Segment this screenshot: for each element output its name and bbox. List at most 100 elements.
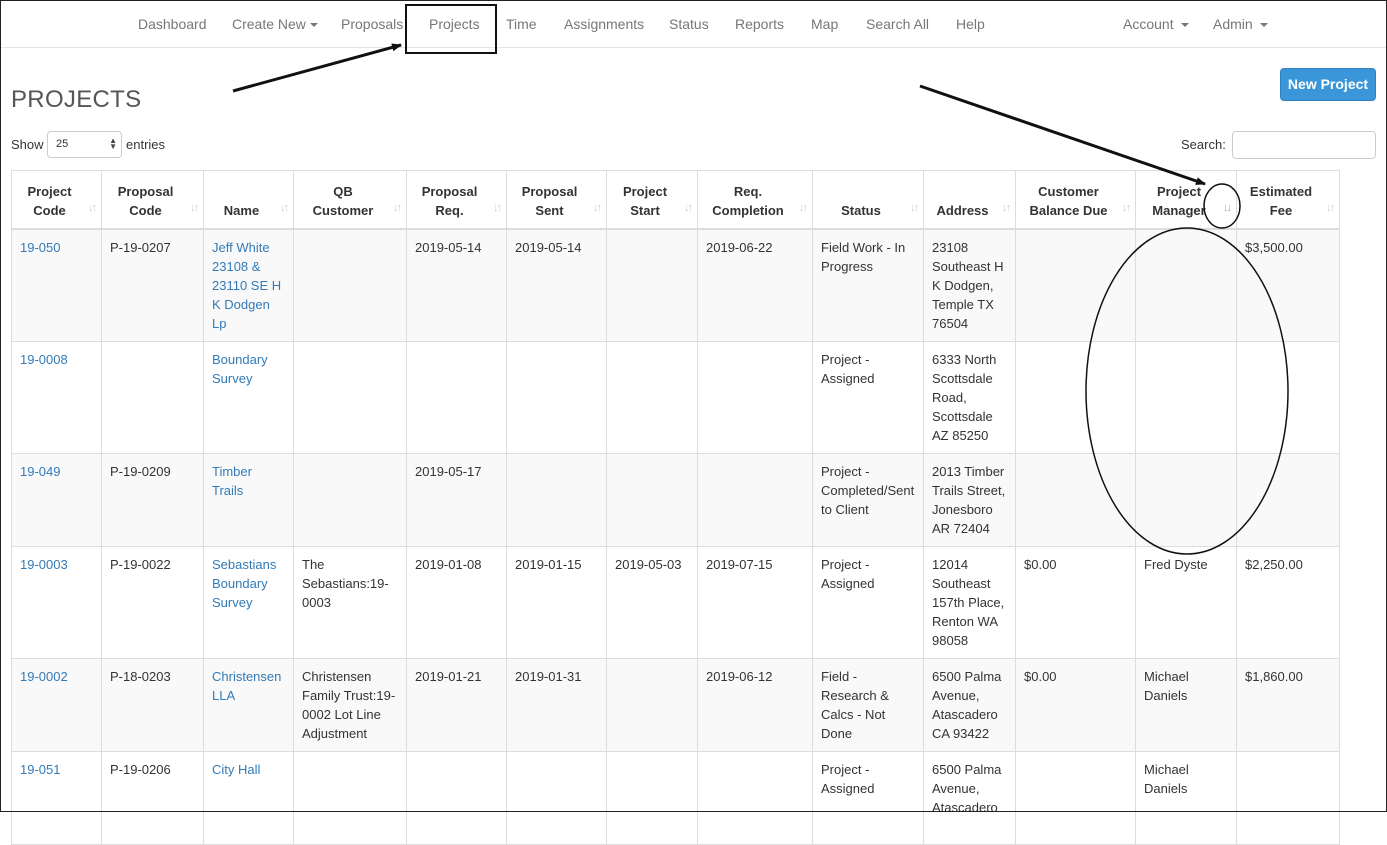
caret-down-icon: [1259, 23, 1268, 28]
nav-admin[interactable]: Admin: [1213, 1, 1268, 47]
col-header-req-completion[interactable]: Req. Completion ↓↑: [697, 170, 813, 230]
cell-proposal-code: P-19-0022: [101, 545, 204, 659]
nav-status[interactable]: Status: [669, 1, 709, 47]
col-header-project-manager[interactable]: Project Manager ↓↓: [1135, 170, 1237, 230]
cell-balance-due: $0.00: [1015, 545, 1136, 659]
search-input[interactable]: [1232, 131, 1376, 159]
nav-assignments[interactable]: Assignments: [564, 1, 644, 47]
projects-table: Project Code ↓↑ Proposal Code ↓↑ Name ↓↑ QB Cu…: [11, 170, 1340, 845]
sort-icon: ↓↑: [799, 201, 808, 214]
sort-icon: ↓↑: [280, 201, 289, 214]
cell-project-code: 19-0002: [11, 657, 102, 752]
updown-icon: ▲ ▼: [109, 136, 117, 151]
col-header-proposal-code[interactable]: Proposal Code ↓↑: [101, 170, 204, 230]
project-code-link[interactable]: 19-0008: [20, 352, 68, 367]
cell-project-manager: [1135, 452, 1237, 547]
col-header-estimated-fee[interactable]: Estimated Fee ↓↑: [1236, 170, 1340, 230]
table-row: 19-050 P-19-0207 Jeff White 23108 & 2311…: [11, 228, 1340, 342]
cell-req-completion: 2019-07-15: [697, 545, 813, 659]
header-line: Project: [622, 183, 668, 199]
cell-project-code: 19-0008: [11, 340, 102, 454]
col-header-project-code[interactable]: Project Code ↓↑: [11, 170, 102, 230]
nav-search-all[interactable]: Search All: [866, 1, 929, 47]
col-header-project-start[interactable]: Project Start ↓↑: [606, 170, 698, 230]
col-header-address[interactable]: Address ↓↑: [923, 170, 1016, 230]
col-header-qb-customer[interactable]: QB Customer ↓↑: [293, 170, 407, 230]
header-line: Customer: [312, 202, 374, 218]
header-line: QB: [333, 183, 353, 199]
col-header-proposal-sent[interactable]: Proposal Sent ↓↑: [506, 170, 607, 230]
col-header-status[interactable]: Status ↓↑: [812, 170, 924, 230]
cell-qb-customer: [293, 228, 407, 342]
cell-req-completion: [697, 750, 813, 845]
nav-time[interactable]: Time: [506, 1, 537, 47]
cell-project-start: [606, 657, 698, 752]
cell-balance-due: [1015, 452, 1136, 547]
nav-dashboard[interactable]: Dashboard: [138, 1, 207, 47]
nav-proposals[interactable]: Proposals: [341, 1, 403, 47]
project-name-link[interactable]: Sebastians Boundary Survey: [212, 557, 276, 610]
cell-project-start: [606, 750, 698, 845]
new-project-button[interactable]: New Project: [1280, 68, 1376, 101]
project-name-link[interactable]: Boundary Survey: [212, 352, 268, 386]
cell-status: Project - Assigned: [812, 750, 924, 845]
col-header-customer-balance-due[interactable]: Customer Balance Due ↓↑: [1015, 170, 1136, 230]
sort-icon: ↓↑: [493, 201, 502, 214]
cell-address: 6500 Palma Avenue, Atascadero CA 93422: [923, 657, 1016, 752]
header-line: Req.: [733, 183, 763, 199]
nav-account-label: Account: [1123, 16, 1174, 32]
sort-icon: ↓↑: [88, 201, 97, 214]
cell-proposal-code: P-19-0206: [101, 750, 204, 845]
cell-address: 12014 Southeast 157th Place, Renton WA 9…: [923, 545, 1016, 659]
cell-proposal-code: P-19-0207: [101, 228, 204, 342]
cell-proposal-req: 2019-05-17: [406, 452, 507, 547]
nav-reports[interactable]: Reports: [735, 1, 784, 47]
project-name-link[interactable]: Jeff White 23108 & 23110 SE H K Dodgen L…: [212, 240, 281, 331]
nav-create-new[interactable]: Create New: [232, 1, 318, 47]
cell-balance-due: $0.00: [1015, 657, 1136, 752]
cell-proposal-sent: 2019-01-15: [506, 545, 607, 659]
entries-select-value: 25: [56, 138, 69, 150]
header-line: Start: [630, 202, 660, 218]
cell-proposal-req: 2019-05-14: [406, 228, 507, 342]
sort-icon: ↓↑: [190, 201, 199, 214]
project-name-link[interactable]: City Hall: [212, 762, 260, 777]
sort-icon: ↓↓: [1223, 201, 1232, 214]
cell-project-code: 19-0003: [11, 545, 102, 659]
cell-name: Christensen LLA: [203, 657, 294, 752]
cell-status: Project - Assigned: [812, 340, 924, 454]
cell-proposal-sent: [506, 340, 607, 454]
project-code-link[interactable]: 19-049: [20, 464, 60, 479]
project-code-link[interactable]: 19-051: [20, 762, 60, 777]
cell-req-completion: [697, 452, 813, 547]
nav-help[interactable]: Help: [956, 1, 985, 47]
cell-name: City Hall: [203, 750, 294, 845]
cell-balance-due: [1015, 228, 1136, 342]
cell-project-manager: [1135, 340, 1237, 454]
entries-select[interactable]: 25 ▲ ▼: [47, 131, 122, 158]
cell-status: Project - Completed/Sent to Client: [812, 452, 924, 547]
cell-proposal-sent: 2019-01-31: [506, 657, 607, 752]
nav-map[interactable]: Map: [811, 1, 838, 47]
cell-project-manager: Michael Daniels: [1135, 750, 1237, 845]
sort-icon: ↓↑: [1002, 201, 1011, 214]
col-header-name[interactable]: Name ↓↑: [203, 170, 294, 230]
project-code-link[interactable]: 19-050: [20, 240, 60, 255]
arrow-to-projects-tab: [232, 43, 402, 93]
sort-icon: ↓↑: [910, 201, 919, 214]
nav-account[interactable]: Account: [1123, 1, 1189, 47]
table-header-row: Project Code ↓↑ Proposal Code ↓↑ Name ↓↑ QB Cu…: [11, 170, 1340, 230]
cell-project-code: 19-050: [11, 228, 102, 342]
cell-estimated-fee: $2,250.00: [1236, 545, 1340, 659]
col-header-proposal-req[interactable]: Proposal Req. ↓↑: [406, 170, 507, 230]
cell-req-completion: 2019-06-12: [697, 657, 813, 752]
header-line: Code: [33, 202, 66, 218]
cell-status: Field Work - In Progress: [812, 228, 924, 342]
header-line: Completion: [712, 202, 784, 218]
project-name-link[interactable]: Christensen LLA: [212, 669, 281, 703]
project-code-link[interactable]: 19-0002: [20, 669, 68, 684]
project-name-link[interactable]: Timber Trails: [212, 464, 252, 498]
project-code-link[interactable]: 19-0003: [20, 557, 68, 572]
table-row: 19-051 P-19-0206 City Hall Project - Ass…: [11, 750, 1340, 845]
nav-projects[interactable]: Projects: [429, 1, 480, 47]
